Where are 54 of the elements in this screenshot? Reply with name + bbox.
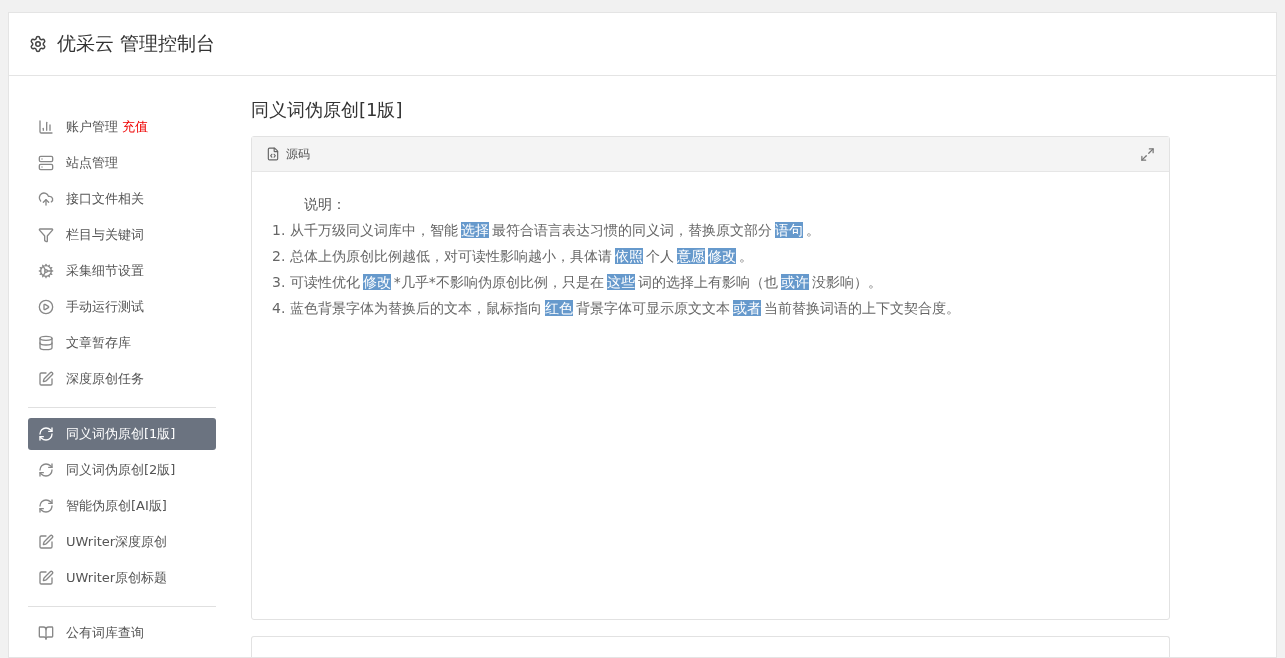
sidebar-label: 站点管理 bbox=[66, 154, 118, 172]
gear-icon bbox=[38, 263, 54, 279]
sidebar-item[interactable]: 同义词伪原创[1版] bbox=[28, 418, 216, 450]
database-icon bbox=[38, 335, 54, 351]
refresh-icon bbox=[38, 426, 54, 442]
panel-title: 源码 bbox=[286, 145, 311, 163]
instruction-line: 1. 从千万级同义词库中，智能 选择 最符合语言表达习惯的同义词，替换原文部分 语句 。 bbox=[272, 222, 821, 240]
sidebar-item[interactable]: 同义词伪原创[2版] bbox=[28, 454, 216, 486]
sidebar-item[interactable]: UWriter深度原创 bbox=[28, 526, 216, 558]
instruction-line: 3. 可读性优化 修改 *几乎*不影响伪原创比例，只是在 这些 词的选择上有影响（也 或许 没影响）。 bbox=[272, 274, 883, 292]
settings-icon bbox=[29, 35, 47, 53]
bar-chart-icon bbox=[38, 119, 54, 135]
sidebar-item[interactable]: 文章暂存库 bbox=[28, 327, 216, 359]
sidebar-label: 账户管理 bbox=[66, 118, 118, 136]
book-icon bbox=[38, 625, 54, 641]
sidebar-label: 文章暂存库 bbox=[66, 334, 131, 352]
sidebar-item[interactable]: 账户管理 充值 bbox=[28, 111, 216, 143]
play-icon bbox=[38, 299, 54, 315]
sidebar-label: 同义词伪原创[1版] bbox=[66, 425, 176, 443]
fullscreen-icon[interactable] bbox=[1140, 146, 1155, 162]
sidebar-item[interactable]: 站点管理 bbox=[28, 147, 216, 179]
sidebar-item[interactable]: 栏目与关键词 bbox=[28, 219, 216, 251]
filter-icon bbox=[38, 227, 54, 243]
sidebar-item[interactable]: 手动运行测试 bbox=[28, 291, 216, 323]
edit-icon bbox=[38, 570, 54, 586]
sidebar-label: UWriter原创标题 bbox=[66, 569, 168, 587]
sidebar-item[interactable]: 深度原创任务 bbox=[28, 363, 216, 395]
sidebar-label: 采集细节设置 bbox=[66, 262, 144, 280]
sidebar-label: 同义词伪原创[2版] bbox=[66, 461, 176, 479]
refresh-icon bbox=[38, 462, 54, 478]
sidebar-label: 栏目与关键词 bbox=[66, 226, 144, 244]
sidebar-item[interactable]: UWriter原创标题 bbox=[28, 562, 216, 594]
sidebar-label: UWriter深度原创 bbox=[66, 533, 168, 551]
page-title: 同义词伪原创[1版] bbox=[251, 98, 404, 122]
console-title: 优采云 管理控制台 bbox=[57, 31, 216, 56]
server-icon bbox=[38, 155, 54, 171]
sidebar-label: 公有词库查询 bbox=[66, 624, 144, 642]
instruction-line: 4. 蓝色背景字体为替换后的文本，鼠标指向 红色 背景字体可显示原文文本 或者 当前替换词语的上下文契合度。 bbox=[272, 300, 961, 318]
instructions-heading: 说明： bbox=[304, 196, 347, 214]
refresh-icon bbox=[38, 498, 54, 514]
instruction-line: 2. 总体上伪原创比例越低，对可读性影响越小，具体请 依照 个人 意愿 修改 。 bbox=[272, 248, 754, 266]
sidebar-item[interactable]: 智能伪原创[AI版] bbox=[28, 490, 216, 522]
sidebar-label: 接口文件相关 bbox=[66, 190, 144, 208]
edit-icon bbox=[38, 371, 54, 387]
sidebar-label: 手动运行测试 bbox=[66, 298, 144, 316]
code-file-icon bbox=[266, 147, 280, 161]
sidebar-item[interactable]: 采集细节设置 bbox=[28, 255, 216, 287]
cloud-upload-icon bbox=[38, 191, 54, 207]
sidebar-label: 深度原创任务 bbox=[66, 370, 144, 388]
edit-icon bbox=[38, 534, 54, 550]
sidebar-item[interactable]: 公有词库查询 bbox=[28, 617, 216, 649]
sidebar-label: 智能伪原创[AI版] bbox=[66, 497, 167, 515]
recharge-link[interactable]: 充值 bbox=[122, 118, 148, 136]
sidebar-item[interactable]: 接口文件相关 bbox=[28, 183, 216, 215]
